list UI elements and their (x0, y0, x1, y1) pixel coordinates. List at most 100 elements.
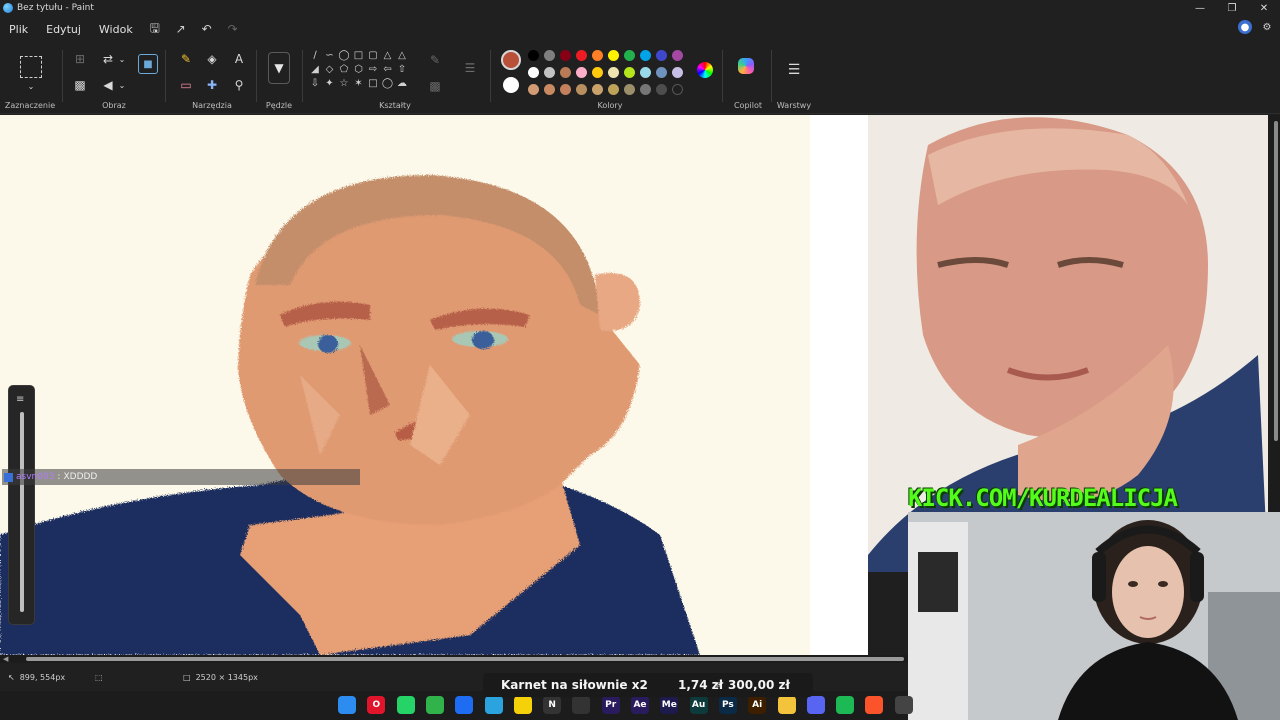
color-swatch[interactable] (608, 50, 619, 61)
taskbar-miro-icon[interactable] (513, 696, 532, 714)
arrow-up-shape-icon[interactable]: ⇧ (395, 62, 409, 76)
taskbar-notion-icon[interactable]: N (543, 696, 562, 714)
taskbar-photoshop-icon[interactable]: Ps (718, 696, 737, 714)
taskbar-messenger-icon[interactable] (455, 696, 474, 714)
taskbar-after-effects-icon[interactable]: Ae (631, 696, 649, 714)
curve-shape-icon[interactable]: ∽ (323, 48, 337, 62)
account-icon[interactable]: ● (1238, 20, 1252, 34)
menu-edit[interactable]: Edytuj (37, 23, 90, 36)
outline-icon[interactable]: ✎ (425, 50, 445, 70)
right-triangle-shape-icon[interactable]: ◢ (308, 62, 322, 76)
color-swatch[interactable] (592, 67, 603, 78)
color-swatch[interactable] (592, 84, 603, 95)
arrow-left-shape-icon[interactable]: ⇦ (381, 62, 395, 76)
star4-shape-icon[interactable]: ✦ (323, 76, 337, 90)
color-swatch[interactable] (656, 67, 667, 78)
zoom-slider[interactable] (20, 412, 24, 612)
redo-icon[interactable]: ↷ (220, 18, 246, 40)
taskbar-obs-icon[interactable] (894, 696, 913, 714)
callout-rect-shape-icon[interactable]: □ (366, 76, 380, 90)
color-swatch[interactable] (560, 84, 571, 95)
rounded-rect-shape-icon[interactable]: ▢ (366, 48, 380, 62)
star6-shape-icon[interactable]: ✶ (352, 76, 366, 90)
color-swatch[interactable] (576, 84, 587, 95)
taskbar-whatsapp-icon[interactable] (396, 696, 415, 714)
webcam-feed (908, 512, 1280, 720)
horizontal-scroll-thumb[interactable] (26, 657, 904, 661)
taskbar-telegram-icon[interactable] (484, 696, 503, 714)
taskbar-opera-icon[interactable]: O (367, 696, 386, 714)
taskbar-premiere-icon[interactable]: Pr (601, 696, 620, 714)
horizontal-scrollbar[interactable]: ◀ (0, 655, 908, 663)
color-swatch[interactable] (624, 50, 635, 61)
minimize-icon[interactable]: — (1184, 0, 1216, 16)
arrow-right-shape-icon[interactable]: ⇨ (366, 62, 380, 76)
taskbar-chrome-green-icon[interactable] (425, 696, 444, 714)
taskbar-audition-icon[interactable]: Au (689, 696, 708, 714)
close-icon[interactable]: ✕ (1248, 0, 1280, 16)
star5-shape-icon[interactable]: ☆ (337, 76, 351, 90)
color-swatch[interactable] (672, 67, 683, 78)
maximize-icon[interactable]: ❐ (1216, 0, 1248, 16)
pentagon-shape-icon[interactable]: ⬠ (337, 62, 351, 76)
taskbar-brave-icon[interactable] (865, 696, 884, 714)
color-swatch[interactable] (544, 50, 555, 61)
size-icon[interactable]: ☰ (460, 58, 480, 78)
color-swatch[interactable] (672, 84, 683, 95)
color-swatch[interactable] (640, 67, 651, 78)
color-swatch[interactable] (576, 50, 587, 61)
taskbar-discord-icon[interactable] (806, 696, 825, 714)
color-swatch[interactable] (560, 67, 571, 78)
drawing-canvas[interactable] (0, 115, 868, 655)
color-swatch[interactable] (624, 84, 635, 95)
menu-file[interactable]: Plik (0, 23, 37, 36)
color-swatch[interactable] (544, 67, 555, 78)
menu-view[interactable]: Widok (90, 23, 142, 36)
taskbar-spotify-icon[interactable] (836, 696, 855, 714)
rectangle-shape-icon[interactable]: □ (352, 48, 366, 62)
callout-oval-shape-icon[interactable]: ◯ (381, 76, 395, 90)
color-swatch[interactable] (528, 84, 539, 95)
taskbar-windows-start-icon[interactable] (338, 696, 356, 714)
fill-icon[interactable]: ▩ (425, 76, 445, 96)
triangle-shape-icon[interactable]: △ (395, 48, 409, 62)
scroll-left-icon[interactable]: ◀ (3, 655, 8, 663)
color-swatch[interactable] (656, 84, 667, 95)
window-title: Bez tytułu - Paint (17, 3, 94, 13)
hexagon-shape-icon[interactable]: ⬡ (352, 62, 366, 76)
taskbar-capcut-icon[interactable] (572, 696, 591, 714)
color-swatch[interactable] (576, 67, 587, 78)
share-icon[interactable]: ↗ (168, 18, 194, 40)
taskbar-media-encoder-icon[interactable]: Me (660, 696, 679, 714)
color-swatch[interactable] (544, 84, 555, 95)
color-swatch[interactable] (592, 50, 603, 61)
arrow-down-shape-icon[interactable]: ⇩ (308, 76, 322, 90)
current-color-swatch[interactable] (501, 50, 521, 70)
zoom-panel-icon[interactable]: ≡ (16, 394, 24, 405)
color-swatch[interactable] (624, 67, 635, 78)
color-swatch[interactable] (608, 84, 619, 95)
undo-icon[interactable]: ↶ (194, 18, 220, 40)
taskbar-file-explorer-icon[interactable] (777, 696, 796, 714)
oval-shape-icon[interactable]: ◯ (337, 48, 351, 62)
copilot-icon[interactable] (738, 58, 754, 74)
color-swatch[interactable] (528, 67, 539, 78)
line-shape-icon[interactable]: ∕ (308, 48, 322, 62)
color-swatch[interactable] (640, 84, 651, 95)
save-icon[interactable]: 🖫 (142, 18, 168, 40)
taskbar-illustrator-icon[interactable]: Ai (748, 696, 767, 714)
polygon-shape-icon[interactable]: △ (381, 48, 395, 62)
secondary-color-swatch[interactable] (503, 77, 519, 93)
color-swatch[interactable] (640, 50, 651, 61)
color-swatch[interactable] (656, 50, 667, 61)
color-swatch[interactable] (560, 50, 571, 61)
settings-gear-icon[interactable]: ⚙ (1260, 20, 1274, 34)
color-swatch[interactable] (608, 67, 619, 78)
diamond-shape-icon[interactable]: ◇ (323, 62, 337, 76)
color-swatch[interactable] (528, 50, 539, 61)
vertical-scroll-thumb[interactable] (1274, 121, 1278, 441)
layers-icon[interactable]: ☰ (784, 60, 804, 80)
edit-colors-icon[interactable] (697, 62, 713, 78)
color-swatch[interactable] (672, 50, 683, 61)
cloud-shape-icon[interactable]: ☁ (395, 76, 409, 90)
